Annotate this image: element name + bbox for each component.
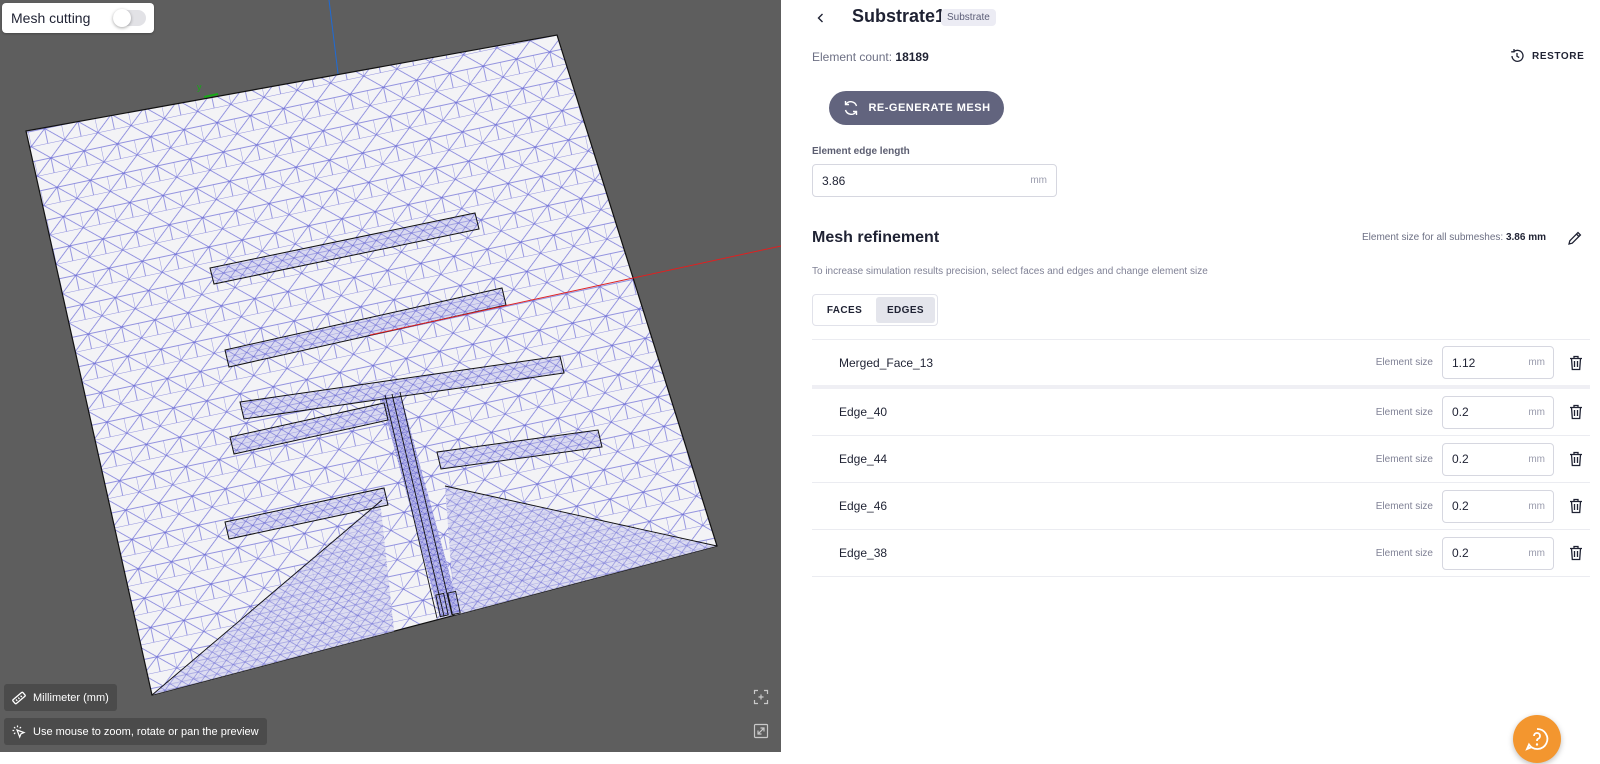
submesh-size-value: 3.86 mm [1505, 232, 1546, 243]
trash-icon [1570, 545, 1582, 561]
element-size-input[interactable]: 0.2 mm [1442, 489, 1554, 523]
element-size-label: Element size [1375, 406, 1433, 418]
list-item[interactable]: Edge_44 Element size 0.2 mm [812, 436, 1590, 483]
trash-icon [1570, 498, 1582, 514]
element-size-input[interactable]: 0.2 mm [1442, 442, 1554, 476]
element-size-label: Element size [1375, 453, 1433, 465]
chevron-left-icon [817, 13, 823, 23]
element-size-input[interactable]: 1.12 mm [1442, 346, 1554, 379]
element-size-label: Element size [1375, 357, 1433, 368]
submesh-size-label: Element size for all submeshes: [1362, 232, 1504, 243]
edge-length-input[interactable]: 3.86 mm [812, 164, 1057, 197]
mesh-refinement-description: To increase simulation results precision… [812, 266, 1208, 277]
trash-icon [1570, 451, 1582, 467]
tab-faces[interactable]: FACES [815, 297, 874, 323]
element-size-unit: mm [1528, 453, 1545, 465]
edit-submesh-size-button[interactable] [1565, 228, 1585, 248]
element-size-unit: mm [1528, 547, 1545, 559]
element-count-value: 18189 [895, 50, 929, 64]
item-name: Edge_44 [839, 452, 888, 466]
edge-length-unit: mm [1030, 175, 1047, 186]
item-name: Merged_Face_13 [839, 355, 934, 370]
refinement-list: Merged_Face_13 Element size 1.12 mm Edge… [812, 339, 1590, 577]
element-size-label: Element size [1375, 500, 1433, 512]
y-axis-label: y [197, 82, 202, 92]
fit-view-icon [753, 689, 769, 705]
element-size-value[interactable]: 0.2 [1452, 405, 1469, 419]
mesh-refinement-title: Mesh refinement [812, 229, 940, 246]
refresh-icon [845, 100, 858, 116]
restore-icon [1511, 49, 1524, 62]
submesh-size-info: Element size for all submeshes: 3.86 mm [1362, 232, 1546, 243]
list-item[interactable]: Edge_40 Element size 0.2 mm [812, 389, 1590, 436]
delete-button[interactable] [1566, 449, 1586, 469]
help-button[interactable] [1513, 715, 1561, 763]
page-title: Substrate1 [852, 6, 946, 26]
mesh-settings-panel: Substrate1 Substrate Element count: 1818… [781, 0, 1600, 764]
type-badge: Substrate [941, 9, 996, 26]
navigation-hint-label: Use mouse to zoom, rotate or pan the pre… [33, 725, 259, 738]
fit-view-button[interactable] [751, 687, 771, 707]
element-count: Element count: 18189 [812, 50, 929, 64]
regenerate-mesh-button[interactable]: RE-GENERATE MESH [829, 91, 1004, 125]
delete-button[interactable] [1566, 353, 1586, 373]
fullscreen-button[interactable] [751, 721, 771, 741]
mouse-pointer-icon [12, 725, 26, 739]
element-count-label: Element count: [812, 50, 893, 64]
element-size-input[interactable]: 0.2 mm [1442, 395, 1554, 429]
list-item[interactable]: Edge_46 Element size 0.2 mm [812, 483, 1590, 530]
edge-length-value[interactable]: 3.86 [822, 174, 845, 188]
list-item[interactable]: Merged_Face_13 Element size 1.12 mm [812, 339, 1590, 389]
element-size-unit: mm [1528, 406, 1545, 418]
element-size-value[interactable]: 0.2 [1452, 546, 1469, 560]
mesh-preview-viewport[interactable]: y Mesh cutting Millimeter (mm) Use mouse… [0, 0, 781, 752]
restore-label: RESTORE [1532, 50, 1585, 62]
delete-button[interactable] [1566, 402, 1586, 422]
mesh-cutting-label: Mesh cutting [11, 10, 91, 26]
element-size-label: Element size [1375, 547, 1433, 559]
tab-edges[interactable]: EDGES [876, 297, 935, 323]
element-size-value[interactable]: 1.12 [1452, 356, 1475, 370]
trash-icon [1570, 404, 1582, 420]
item-name: Edge_38 [839, 546, 888, 560]
delete-button[interactable] [1566, 496, 1586, 516]
regenerate-mesh-label: RE-GENERATE MESH [868, 102, 991, 114]
pencil-icon [1568, 231, 1582, 245]
help-icon [1525, 728, 1549, 751]
mesh-cutting-switch[interactable] [113, 9, 146, 27]
back-button[interactable] [811, 8, 831, 28]
switch-knob [113, 9, 131, 27]
edge-length-label: Element edge length [812, 146, 910, 157]
element-size-value[interactable]: 0.2 [1452, 499, 1469, 513]
element-size-value[interactable]: 0.2 [1452, 452, 1469, 466]
element-size-unit: mm [1528, 500, 1545, 512]
list-item[interactable]: Edge_38 Element size 0.2 mm [812, 530, 1590, 577]
restore-button[interactable]: RESTORE [1509, 48, 1584, 64]
mesh-scene[interactable]: y [0, 0, 781, 752]
element-size-unit: mm [1528, 357, 1545, 368]
trash-icon [1570, 355, 1582, 370]
item-name: Edge_46 [839, 499, 888, 513]
ruler-icon [12, 691, 26, 704]
refinement-tabs: FACES EDGES [812, 294, 938, 326]
units-label: Millimeter (mm) [33, 691, 109, 704]
expand-icon [753, 723, 769, 739]
navigation-hint-chip: Use mouse to zoom, rotate or pan the pre… [4, 718, 267, 745]
item-name: Edge_40 [839, 405, 888, 419]
delete-button[interactable] [1566, 543, 1586, 563]
mesh-cutting-toggle-card[interactable]: Mesh cutting [2, 3, 154, 33]
element-size-input[interactable]: 0.2 mm [1442, 536, 1554, 570]
units-chip[interactable]: Millimeter (mm) [4, 684, 117, 711]
